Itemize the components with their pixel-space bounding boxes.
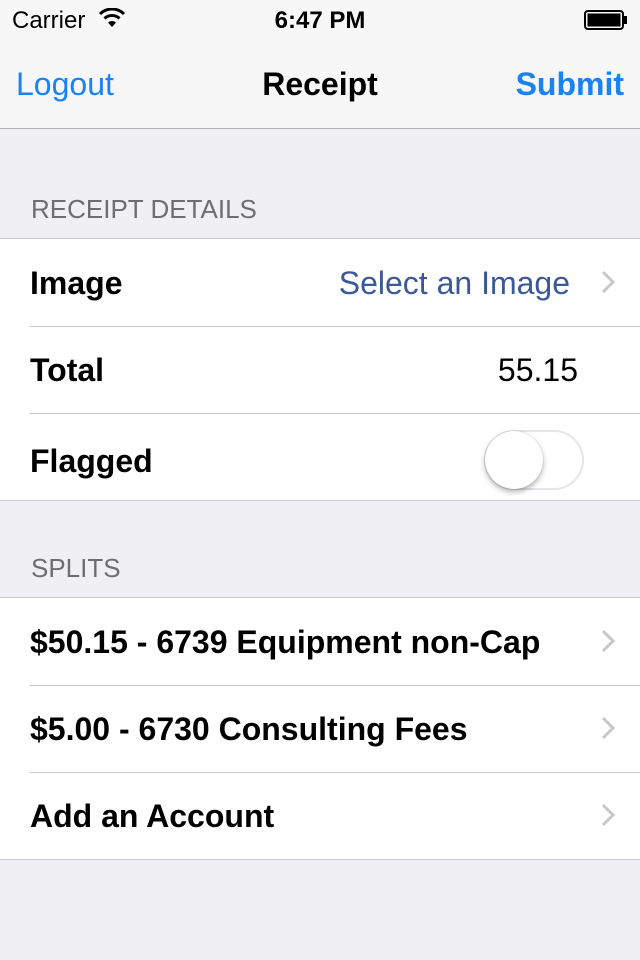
split-label: $5.00 - 6730 Consulting Fees bbox=[30, 711, 468, 747]
flagged-row: Flagged bbox=[0, 413, 640, 500]
section-header-splits: SPLITS bbox=[31, 553, 121, 583]
toggle-knob bbox=[485, 431, 543, 489]
submit-button[interactable]: Submit bbox=[516, 66, 624, 103]
section-header-receipt-details: RECEIPT DETAILS bbox=[31, 194, 257, 224]
image-label: Image bbox=[30, 265, 123, 301]
total-row[interactable]: Total 55.15 bbox=[0, 326, 640, 413]
chevron-right-icon bbox=[601, 716, 616, 740]
image-row[interactable]: Image Select an Image bbox=[0, 239, 640, 326]
add-account-label: Add an Account bbox=[30, 798, 275, 834]
status-bar: Carrier 6:47 PM bbox=[0, 0, 640, 40]
add-account-row[interactable]: Add an Account bbox=[0, 772, 640, 859]
flagged-label: Flagged bbox=[30, 443, 153, 479]
split-row[interactable]: $5.00 - 6730 Consulting Fees bbox=[0, 685, 640, 772]
split-label: $50.15 - 6739 Equipment non-Cap bbox=[30, 624, 541, 660]
chevron-right-icon bbox=[601, 270, 616, 294]
receipt-details-group: Image Select an Image Total 55.15 Flagge… bbox=[0, 238, 640, 501]
total-value[interactable]: 55.15 bbox=[498, 352, 578, 389]
total-label: Total bbox=[30, 352, 105, 388]
image-value: Select an Image bbox=[338, 265, 570, 301]
clock: 6:47 PM bbox=[274, 7, 366, 34]
navigation-bar: Logout Receipt Submit bbox=[0, 40, 640, 129]
split-row[interactable]: $50.15 - 6739 Equipment non-Cap bbox=[0, 598, 640, 685]
chevron-right-icon bbox=[601, 803, 616, 827]
battery-icon bbox=[584, 10, 627, 30]
splits-group: $50.15 - 6739 Equipment non-Cap $5.00 - … bbox=[0, 597, 640, 860]
chevron-right-icon bbox=[601, 629, 616, 653]
flagged-toggle[interactable] bbox=[484, 430, 584, 490]
